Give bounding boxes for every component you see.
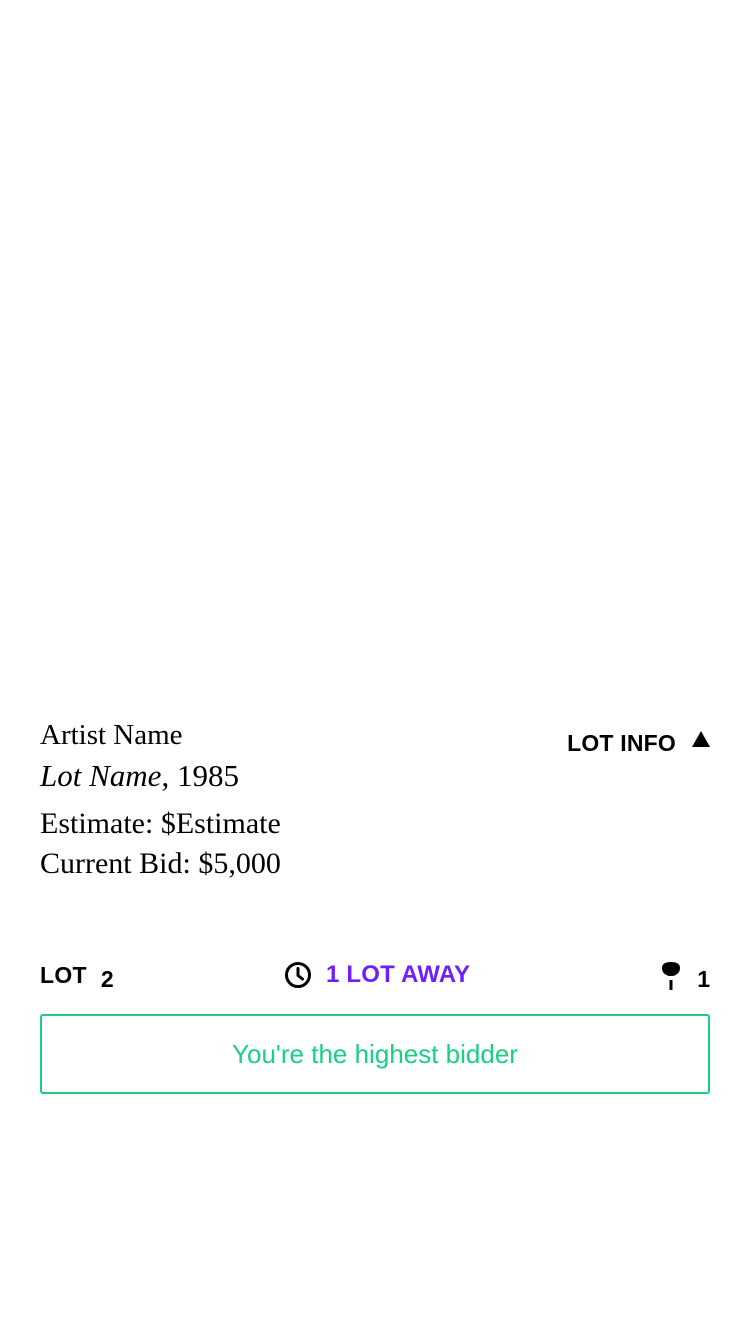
lot-title-separator: , <box>161 758 177 793</box>
lot-number-value: 2 <box>100 966 114 992</box>
lot-status-row: LOT 2 1 LOT AWAY 1 <box>40 958 710 998</box>
clock-icon <box>285 962 311 988</box>
bid-count: 1 <box>659 960 710 992</box>
estimate-label: Estimate: <box>40 807 154 840</box>
lot-info-label: LOT INFO <box>567 730 676 756</box>
lot-countdown: 1 LOT AWAY <box>284 960 470 990</box>
artist-name: Artist Name <box>40 719 183 751</box>
current-bid: Current Bid: $5,000 <box>40 845 281 883</box>
estimate-value: $Estimate <box>160 807 281 840</box>
highest-bidder-status[interactable]: You're the highest bidder <box>40 1014 710 1094</box>
lot-name: Lot Name <box>40 758 162 793</box>
countdown-text: 1 LOT AWAY <box>326 961 471 988</box>
lot-info-toggle[interactable]: LOT INFO <box>567 728 710 758</box>
triangle-up-icon <box>692 731 710 747</box>
lot-year: 1985 <box>176 758 239 793</box>
estimate: Estimate: $Estimate <box>40 805 281 843</box>
lot-number: LOT 2 <box>40 962 114 992</box>
current-bid-label: Current Bid: <box>40 847 191 880</box>
current-bid-value: $5,000 <box>198 847 281 880</box>
bid-count-value: 1 <box>697 966 710 992</box>
lot-label: LOT <box>40 962 87 988</box>
paddle-icon <box>662 962 681 990</box>
highest-bidder-label: You're the highest bidder <box>232 1038 518 1069</box>
lot-title: Lot Name, 1985 <box>40 756 239 796</box>
